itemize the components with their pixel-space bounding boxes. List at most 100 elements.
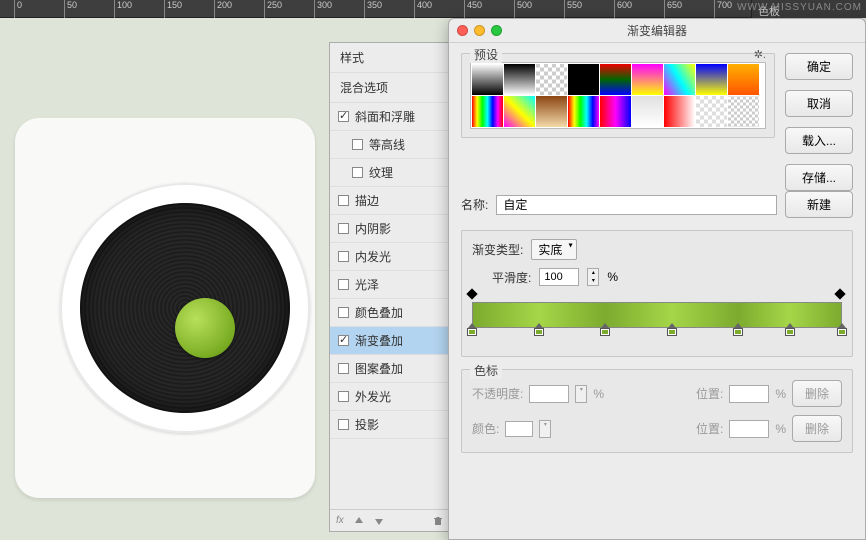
- checkbox[interactable]: [338, 363, 349, 374]
- type-dropdown[interactable]: 实底: [531, 239, 577, 260]
- style-item-label: 外发光: [355, 388, 391, 405]
- style-item[interactable]: 内发光: [330, 243, 449, 271]
- smooth-input[interactable]: [539, 268, 579, 286]
- color-stop[interactable]: [733, 328, 743, 340]
- ruler-tick: 250: [264, 0, 282, 18]
- preset-swatch[interactable]: [664, 64, 695, 95]
- color-stop[interactable]: [534, 328, 544, 340]
- disc-center: [175, 298, 235, 358]
- ok-button[interactable]: 确定: [785, 53, 853, 80]
- preset-swatch[interactable]: [568, 96, 599, 127]
- color-stop[interactable]: [785, 328, 795, 340]
- checkbox[interactable]: [338, 335, 349, 346]
- save-button[interactable]: 存储...: [785, 164, 853, 191]
- ruler-tick: 150: [164, 0, 182, 18]
- type-label: 渐变类型:: [472, 241, 523, 258]
- gear-icon[interactable]: ✲.: [754, 48, 766, 61]
- ruler-tick: 50: [64, 0, 77, 18]
- position-input-2: [729, 420, 769, 438]
- blend-options-header[interactable]: 混合选项: [330, 73, 449, 103]
- load-button[interactable]: 载入...: [785, 127, 853, 154]
- style-item[interactable]: 光泽: [330, 271, 449, 299]
- color-stop[interactable]: [600, 328, 610, 340]
- gradient-bar[interactable]: [472, 302, 842, 328]
- style-item[interactable]: 图案叠加: [330, 355, 449, 383]
- checkbox[interactable]: [338, 419, 349, 430]
- style-item[interactable]: 外发光: [330, 383, 449, 411]
- preset-swatch[interactable]: [472, 64, 503, 95]
- styles-header[interactable]: 样式: [330, 43, 449, 73]
- checkbox[interactable]: [338, 251, 349, 262]
- opacity-input: [529, 385, 569, 403]
- preset-swatch[interactable]: [728, 96, 759, 127]
- checkbox[interactable]: [338, 195, 349, 206]
- position-unit-1: %: [775, 387, 786, 401]
- style-item-label: 等高线: [369, 136, 405, 153]
- checkbox[interactable]: [352, 139, 363, 150]
- checkbox[interactable]: [338, 391, 349, 402]
- checkbox[interactable]: [338, 111, 349, 122]
- ruler-tick: 200: [214, 0, 232, 18]
- window-title: 渐变编辑器: [449, 22, 865, 39]
- preset-swatch[interactable]: [600, 96, 631, 127]
- maximize-icon[interactable]: [491, 25, 502, 36]
- titlebar[interactable]: 渐变编辑器: [449, 19, 865, 43]
- opacity-label: 不透明度:: [472, 385, 523, 402]
- style-item[interactable]: 斜面和浮雕: [330, 103, 449, 131]
- style-item[interactable]: 内阴影: [330, 215, 449, 243]
- preset-swatch[interactable]: [504, 64, 535, 95]
- arrow-down-icon[interactable]: [374, 516, 384, 526]
- ruler-horizontal: 0501001502002503003504004505005506006507…: [0, 0, 866, 18]
- minimize-icon[interactable]: [474, 25, 485, 36]
- cancel-button[interactable]: 取消: [785, 90, 853, 117]
- ruler-tick: 500: [514, 0, 532, 18]
- style-item[interactable]: 描边: [330, 187, 449, 215]
- color-spinner: ▾: [539, 420, 551, 438]
- close-icon[interactable]: [457, 25, 468, 36]
- ruler-tick: 100: [114, 0, 132, 18]
- checkbox[interactable]: [352, 167, 363, 178]
- style-item[interactable]: 纹理: [330, 159, 449, 187]
- style-item[interactable]: 渐变叠加: [330, 327, 449, 355]
- opacity-stop-right[interactable]: [836, 290, 846, 300]
- color-stop[interactable]: [837, 328, 847, 340]
- style-item[interactable]: 等高线: [330, 131, 449, 159]
- name-input[interactable]: [496, 195, 777, 215]
- position-label-1: 位置:: [696, 385, 723, 402]
- layer-styles-panel: 样式 混合选项 斜面和浮雕等高线纹理描边内阴影内发光光泽颜色叠加渐变叠加图案叠加…: [329, 42, 449, 532]
- position-label-2: 位置:: [696, 420, 723, 437]
- preset-swatch[interactable]: [472, 96, 503, 127]
- color-stop[interactable]: [667, 328, 677, 340]
- style-item[interactable]: 颜色叠加: [330, 299, 449, 327]
- presets-section: 预设 ✲.: [461, 53, 775, 138]
- preset-swatch[interactable]: [632, 64, 663, 95]
- ruler-tick: 350: [364, 0, 382, 18]
- checkbox[interactable]: [338, 223, 349, 234]
- preset-swatch[interactable]: [536, 96, 567, 127]
- gradient-type-section: 渐变类型: 实底 平滑度: ▴▾ %: [461, 230, 853, 357]
- style-item[interactable]: 投影: [330, 411, 449, 439]
- preset-swatch[interactable]: [504, 96, 535, 127]
- new-button[interactable]: 新建: [785, 191, 853, 218]
- preset-swatch[interactable]: [664, 96, 695, 127]
- arrow-up-icon[interactable]: [354, 516, 364, 526]
- style-item-label: 斜面和浮雕: [355, 108, 415, 125]
- preset-swatch[interactable]: [568, 64, 599, 95]
- smooth-spinner[interactable]: ▴▾: [587, 268, 599, 286]
- style-item-label: 内发光: [355, 248, 391, 265]
- trash-icon[interactable]: [433, 516, 443, 526]
- checkbox[interactable]: [338, 307, 349, 318]
- fx-footer: fx: [330, 509, 449, 531]
- watermark: WWW.MISSYUAN.COM: [737, 2, 862, 13]
- preset-swatch[interactable]: [600, 64, 631, 95]
- color-chip: [505, 421, 533, 437]
- ruler-tick: 600: [614, 0, 632, 18]
- checkbox[interactable]: [338, 279, 349, 290]
- opacity-stop-left[interactable]: [468, 290, 478, 300]
- color-stop[interactable]: [467, 328, 477, 340]
- preset-swatch[interactable]: [728, 64, 759, 95]
- preset-swatch[interactable]: [536, 64, 567, 95]
- preset-swatch[interactable]: [696, 96, 727, 127]
- preset-swatch[interactable]: [632, 96, 663, 127]
- preset-swatch[interactable]: [696, 64, 727, 95]
